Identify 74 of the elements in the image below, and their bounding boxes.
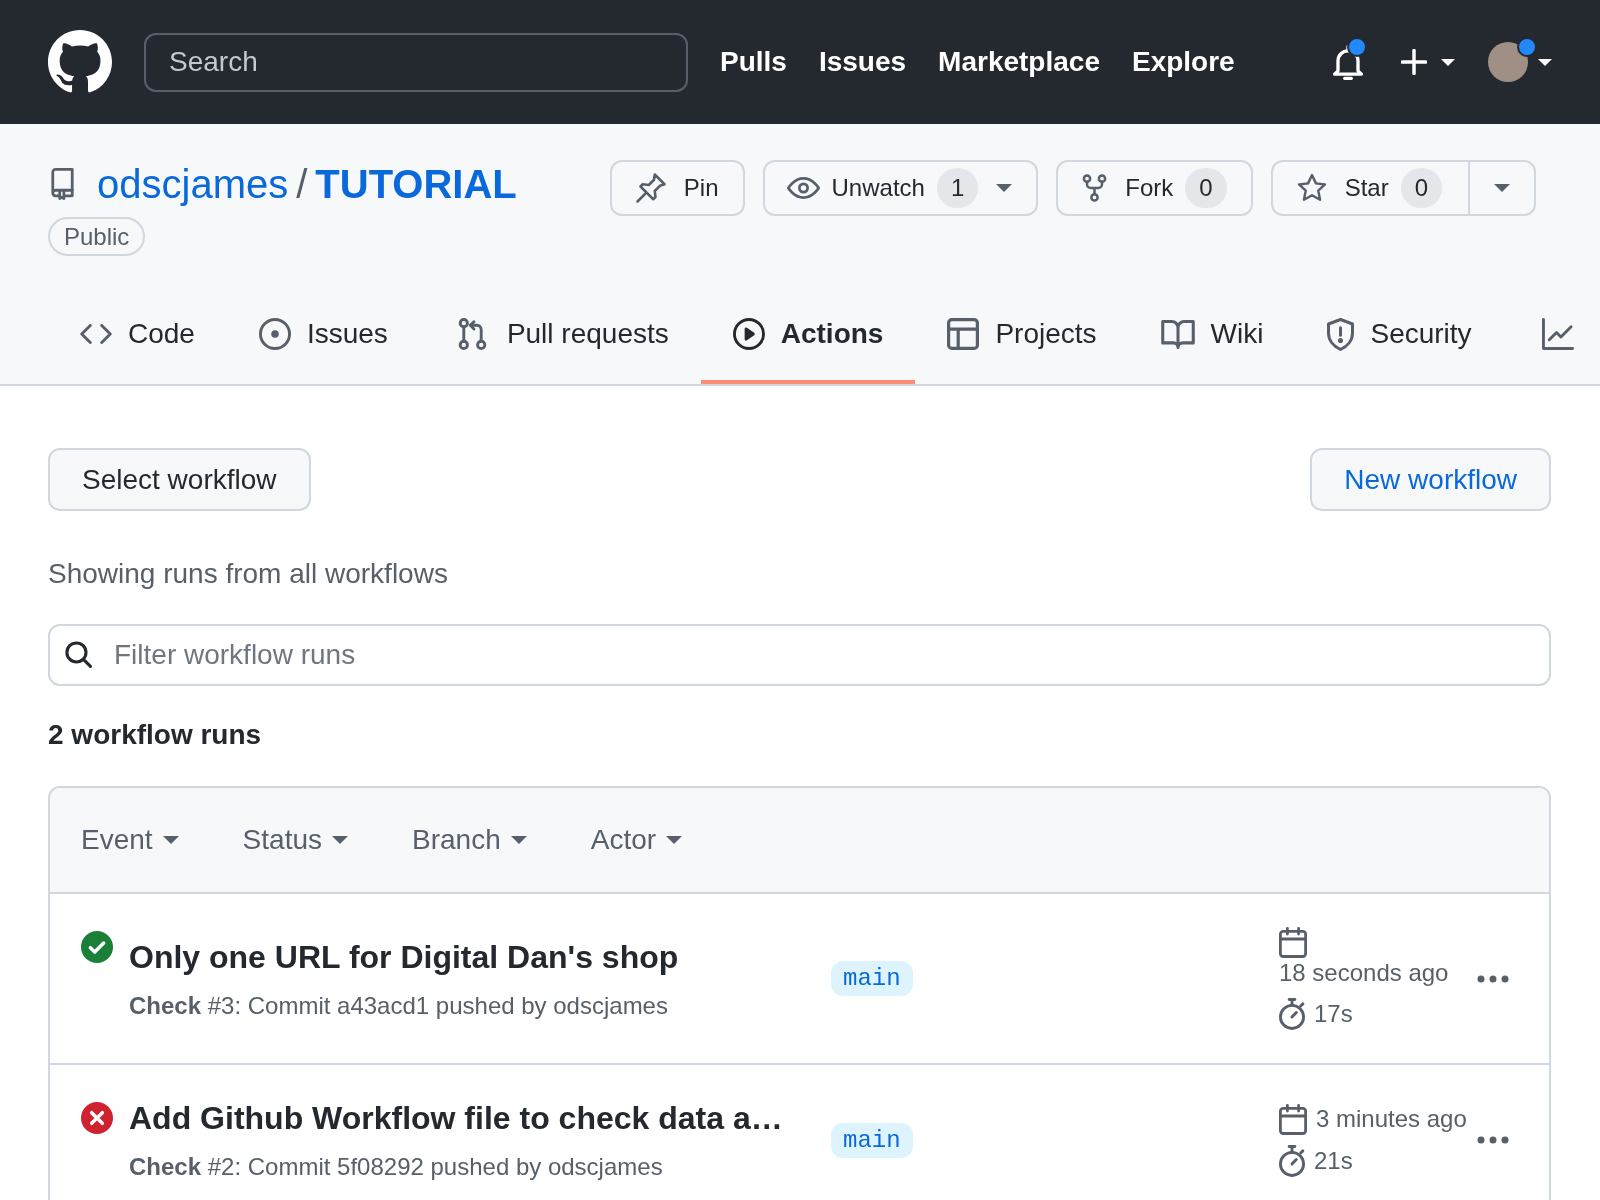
caret-icon <box>162 836 179 844</box>
nav-link[interactable]: Explore <box>1131 45 1235 79</box>
filter-menu-button[interactable]: Event <box>81 824 179 856</box>
caret-icon[interactable] <box>1538 58 1552 66</box>
caret-icon <box>996 184 1013 192</box>
nav-tab[interactable]: Actions <box>700 288 916 384</box>
nav-tab[interactable]: Pull requests <box>419 288 701 384</box>
runs-count: 2 workflow runs <box>48 718 263 752</box>
search-field[interactable]: Search <box>144 32 688 92</box>
nav-tab[interactable]: Wiki <box>1128 288 1296 384</box>
logo-icon[interactable] <box>48 30 112 94</box>
run-time: 3 minutes ago <box>1316 1104 1467 1134</box>
star-button[interactable]: Star 0 <box>1270 160 1470 216</box>
runs-caption: Showing runs from all workflows <box>48 557 449 591</box>
caret-icon[interactable] <box>1441 58 1455 66</box>
nav-tab[interactable]: Security <box>1295 288 1504 384</box>
play-circle-icon <box>732 318 765 350</box>
caret-icon <box>332 836 348 844</box>
run-title-link[interactable]: Add Github Workflow file to check data a… <box>129 1098 819 1138</box>
select-workflow-button[interactable]: Select workflow <box>48 448 311 511</box>
search-icon <box>65 641 93 669</box>
filter-menu-button[interactable]: Status <box>242 824 348 856</box>
pin-icon <box>635 173 666 203</box>
pin-button[interactable]: Pin <box>609 160 745 216</box>
line-graph-icon <box>1541 318 1574 350</box>
nav-tab[interactable]: Code <box>48 288 227 384</box>
book-icon <box>1160 319 1195 349</box>
code-icon <box>80 324 112 344</box>
counter: 1 <box>936 168 979 208</box>
nav-link[interactable]: Pulls <box>720 45 787 79</box>
new-workflow-button[interactable]: New workflow <box>1310 448 1551 511</box>
run-title-link[interactable]: Only one URL for Digital Dan's shop <box>129 936 819 977</box>
run-details: Check #2: Commit 5f08292 pushed by odscjames <box>129 1152 664 1182</box>
pull-request-icon <box>457 318 487 350</box>
nav-link[interactable]: Issues <box>818 45 907 79</box>
plus-icon[interactable] <box>1401 49 1427 75</box>
caret-icon <box>1494 184 1510 192</box>
filter-menu-button[interactable]: Branch <box>412 824 527 856</box>
star-icon <box>1296 173 1327 203</box>
counter: 0 <box>1185 168 1227 208</box>
watch-button[interactable]: Unwatch 1 <box>762 160 1039 216</box>
circle-dot-icon <box>258 318 291 350</box>
run-details: Check #3: Commit a43acd1 pushed by odscjames <box>129 990 669 1021</box>
filter-field[interactable]: Filter workflow runs <box>48 624 1551 686</box>
caret-icon <box>666 836 683 844</box>
path-separator: / <box>296 161 308 208</box>
caret-icon <box>510 836 527 844</box>
more-options-icon[interactable] <box>1477 1136 1509 1144</box>
filter-menu-button[interactable]: Actor <box>590 824 683 856</box>
run-duration: 17s <box>1314 999 1353 1029</box>
closed-book-icon <box>50 168 75 200</box>
more-options-icon[interactable] <box>1477 974 1509 983</box>
nav-tab[interactable]: Projects <box>915 288 1129 384</box>
run-time: 18 seconds ago <box>1279 958 1449 988</box>
calendar-icon <box>1279 1103 1307 1135</box>
user-avatar[interactable] <box>1488 42 1528 82</box>
nav-tab[interactable]: Issues <box>226 288 420 384</box>
table-icon <box>947 318 980 350</box>
counter: 0 <box>1400 168 1442 208</box>
shield-icon <box>1327 317 1355 351</box>
visibility-label: Public <box>48 217 146 256</box>
stopwatch-icon <box>1279 1144 1305 1177</box>
fork-icon <box>1082 174 1108 202</box>
branch-label[interactable]: main <box>831 961 913 996</box>
run-duration: 21s <box>1314 1145 1353 1176</box>
stopwatch-icon <box>1279 998 1305 1030</box>
branch-label[interactable]: main <box>831 1122 913 1158</box>
owner-link[interactable]: odscjames <box>97 160 289 208</box>
calendar-icon <box>1279 927 1307 958</box>
bell-icon[interactable] <box>1333 44 1363 80</box>
repo-name-link[interactable]: TUTORIAL <box>315 160 517 208</box>
eye-icon <box>786 177 820 199</box>
nav-link[interactable]: Marketplace <box>938 45 1100 79</box>
fork-button[interactable]: Fork 0 <box>1056 160 1253 216</box>
